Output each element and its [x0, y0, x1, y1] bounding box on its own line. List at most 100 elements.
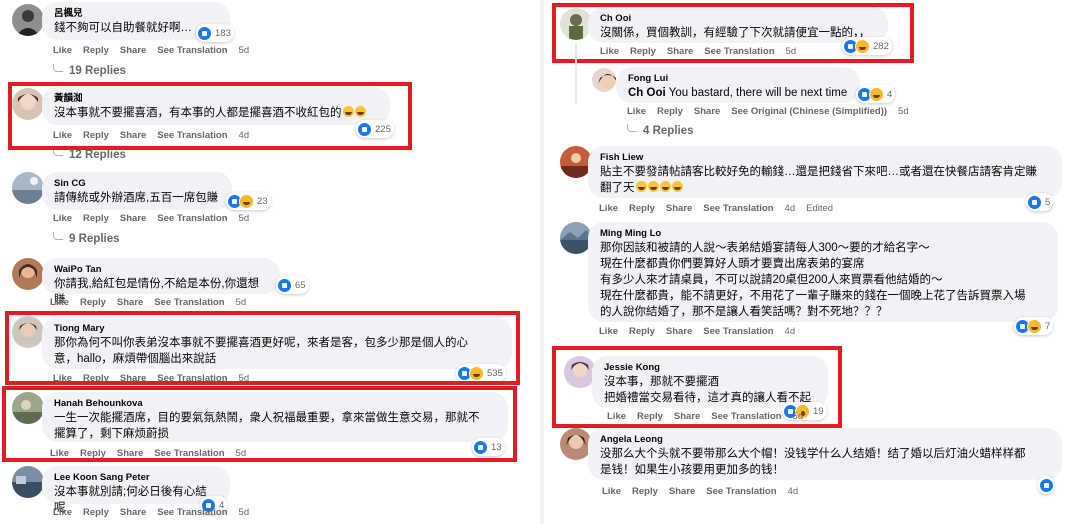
reaction-summary[interactable]: 7 [1014, 317, 1054, 335]
see-translation-link[interactable]: See Translation [157, 507, 227, 518]
comment-text-content: You bastard, there will be next time [668, 87, 848, 99]
avatar[interactable] [12, 466, 44, 498]
see-translation-link[interactable]: See Translation [157, 213, 227, 224]
share-button[interactable]: Share [120, 45, 146, 56]
like-button[interactable]: Like [599, 326, 618, 337]
highlight-box [2, 386, 517, 462]
share-button[interactable]: Share [666, 326, 692, 337]
thread-line [575, 44, 577, 104]
reaction-summary[interactable]: 23 [226, 192, 271, 210]
comment-text: 錢不夠可以自助餐就好啊… [54, 22, 192, 34]
comment-author[interactable]: Angela Leong [600, 433, 1050, 446]
reaction-summary[interactable]: 5 [1026, 193, 1054, 211]
reply-arrow-icon [53, 232, 63, 240]
view-replies-link[interactable]: 4 Replies [627, 124, 694, 137]
share-button[interactable]: Share [669, 486, 695, 497]
replies-count[interactable]: 9 Replies [69, 233, 120, 245]
like-button[interactable]: Like [53, 213, 72, 224]
like-reaction-icon [197, 25, 212, 41]
column-divider [540, 0, 544, 524]
comment-text: 没那么大个头就不要带那么大个帽！没钱学什么人结婚！结了婚以后灯油火蜡样样都 是钱… [600, 448, 1026, 476]
timestamp[interactable]: 4d [785, 203, 796, 214]
highlight-box [5, 311, 520, 385]
timestamp[interactable]: 5d [239, 507, 250, 518]
comment-actions: Like Reply Share See Translation 5d [53, 45, 260, 57]
mention-tag[interactable]: Ch Ooi [628, 87, 666, 99]
see-translation-link[interactable]: See Translation [706, 486, 776, 497]
view-replies-link[interactable]: 19 Replies [53, 64, 126, 77]
like-reaction-icon [1039, 477, 1054, 493]
reply-button[interactable]: Reply [629, 203, 655, 214]
timestamp[interactable]: 5d [239, 45, 250, 56]
comment-actions: Like Reply Share See Translation 5d [50, 297, 257, 309]
laugh-emoji-icon [647, 181, 659, 192]
avatar[interactable] [12, 258, 44, 290]
like-button[interactable]: Like [53, 507, 72, 518]
reaction-summary[interactable]: 65 [276, 276, 309, 294]
comment-author[interactable]: Sin CG [54, 177, 220, 190]
reply-arrow-icon [627, 124, 637, 132]
comment-author[interactable]: Fong Lui [628, 72, 848, 85]
highlight-box [552, 3, 914, 63]
timestamp[interactable]: 4d [788, 486, 799, 497]
see-translation-link[interactable]: See Translation [154, 297, 224, 308]
view-replies-link[interactable]: 12 Replies [53, 148, 126, 161]
like-button[interactable]: Like [599, 203, 618, 214]
reply-button[interactable]: Reply [83, 45, 109, 56]
reply-button[interactable]: Reply [80, 297, 106, 308]
reply-arrow-icon [53, 64, 63, 72]
view-replies-link[interactable]: 9 Replies [53, 232, 120, 245]
share-button[interactable]: Share [694, 106, 720, 117]
timestamp[interactable]: 5d [236, 297, 247, 308]
reply-button[interactable]: Reply [632, 486, 658, 497]
share-button[interactable]: Share [120, 213, 146, 224]
laugh-emoji-icon [671, 181, 683, 192]
avatar[interactable] [592, 68, 616, 92]
avatar[interactable] [12, 172, 44, 204]
see-translation-link[interactable]: See Translation [703, 326, 773, 337]
see-original-link[interactable]: See Original (Chinese (Simplified)) [731, 106, 887, 117]
replies-count[interactable]: 4 Replies [643, 125, 694, 137]
reaction-summary[interactable] [1038, 476, 1054, 494]
timestamp[interactable]: 5d [898, 106, 909, 117]
share-button[interactable]: Share [666, 203, 692, 214]
comment-author[interactable]: WaiPo Tan [54, 263, 268, 276]
reaction-count: 183 [215, 27, 231, 39]
reply-button[interactable]: Reply [83, 213, 109, 224]
like-button[interactable]: Like [53, 45, 72, 56]
reaction-count: 7 [1045, 320, 1051, 332]
comment-author[interactable]: Lee Koon Sang Peter [54, 471, 218, 484]
avatar[interactable] [12, 4, 44, 36]
share-button[interactable]: Share [117, 297, 143, 308]
comment-author[interactable]: Fish Liew [600, 151, 1050, 164]
replies-count[interactable]: 19 Replies [69, 65, 126, 77]
reply-button[interactable]: Reply [83, 507, 109, 518]
like-button[interactable]: Like [602, 486, 621, 497]
like-button[interactable]: Like [50, 297, 69, 308]
timestamp[interactable]: 4d [785, 326, 796, 337]
haha-reaction-icon [869, 86, 884, 102]
replies-count[interactable]: 12 Replies [69, 149, 126, 161]
comment-author[interactable]: Ming Ming Lo [600, 227, 1046, 240]
comment-bubble: Fong Lui Ch Ooi You bastard, there will … [616, 67, 860, 103]
reaction-count: 4 [887, 88, 893, 100]
comment-text: 貼主不要發請帖請客比較好免的輸錢…還是把錢省下來吧…或者還在快餐店請客肯定賺 翻… [600, 164, 1050, 196]
reply-button[interactable]: Reply [657, 106, 683, 117]
reaction-count: 5 [1045, 196, 1051, 208]
comment-actions: Like Reply Share See Original (Chinese (Sim… [627, 106, 920, 118]
see-translation-link[interactable]: See Translation [157, 45, 227, 56]
reaction-count: 65 [295, 279, 306, 291]
comment-bubble: Angela Leong 没那么大个头就不要带那么大个帽！没钱学什么人结婚！结了… [588, 428, 1062, 480]
comment-bubble: Sin CG 請傳統或外辦酒席,五百一席包賺 [42, 172, 232, 210]
see-translation-link[interactable]: See Translation [703, 203, 773, 214]
like-button[interactable]: Like [627, 106, 646, 117]
reply-button[interactable]: Reply [629, 326, 655, 337]
reaction-summary[interactable]: 183 [196, 24, 234, 42]
comment-author[interactable]: 呂楓兒 [54, 7, 218, 20]
share-button[interactable]: Share [120, 507, 146, 518]
reaction-summary[interactable]: 4 [856, 85, 896, 103]
highlight-box [8, 82, 412, 150]
timestamp[interactable]: 5d [239, 213, 250, 224]
edited-label[interactable]: Edited [806, 203, 833, 214]
comment-actions: Like Reply Share See Translation 5d [53, 507, 260, 519]
